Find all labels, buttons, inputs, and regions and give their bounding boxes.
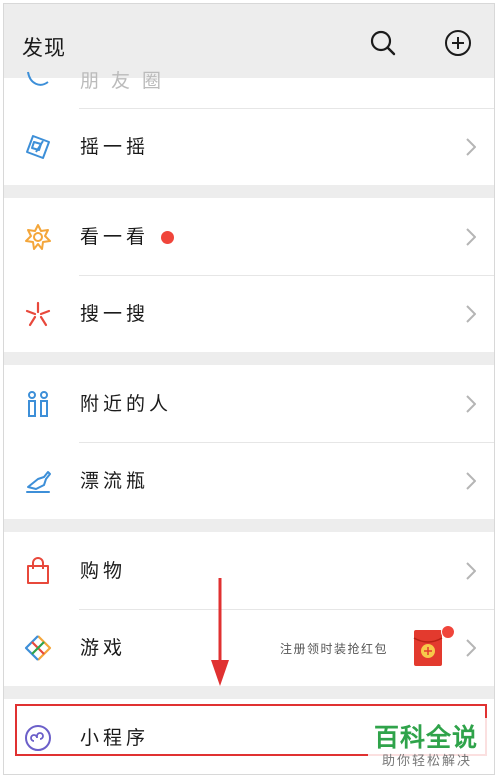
drift-bottle-icon (26, 471, 51, 493)
unread-dot-badge (441, 625, 455, 639)
menu-item-shopping[interactable]: 购物 (4, 532, 494, 609)
menu-group-1: 朋友圈 摇一摇 (4, 70, 494, 185)
menu-group-4: 购物 游戏 注册领时装抢红包 (4, 532, 494, 686)
games-promo-text: 注册领时装抢红包 (280, 642, 389, 656)
discover-screen: 发现 朋友圈 摇一摇 看一看 搜一搜 附近的人 漂流瓶 购物 游戏 注册领时装抢… (3, 3, 495, 775)
watermark-title: 百科全说 (374, 723, 479, 752)
mini-programs-icon (25, 725, 51, 751)
menu-item-label: 附近的人 (80, 393, 173, 415)
menu-item-top-stories[interactable]: 看一看 (4, 198, 494, 275)
unread-dot-badge (161, 231, 174, 244)
menu-group-3: 附近的人 漂流瓶 (4, 365, 494, 519)
search-sparkle-icon (25, 301, 51, 327)
chevron-right-icon (466, 472, 476, 490)
menu-item-label: 购物 (80, 560, 127, 582)
people-nearby-icon (28, 391, 48, 417)
search-icon[interactable] (368, 28, 398, 58)
annotation-arrow-down (211, 578, 229, 686)
menu-item-moments[interactable]: 朋友圈 (4, 70, 494, 108)
chevron-right-icon (466, 639, 476, 657)
menu-item-label: 小程序 (80, 727, 150, 749)
menu-item-label: 摇一摇 (80, 136, 150, 158)
menu-item-label: 看一看 (80, 226, 150, 248)
menu-item-games[interactable]: 游戏 注册领时装抢红包 (4, 609, 494, 686)
shopping-bag-icon (27, 557, 49, 584)
menu-item-shake[interactable]: 摇一摇 (4, 108, 494, 185)
page-title: 发现 (22, 36, 66, 60)
top-stories-icon (25, 224, 51, 250)
plus-circle-icon[interactable] (443, 28, 473, 58)
chevron-right-icon (466, 305, 476, 323)
chevron-right-icon (466, 138, 476, 156)
menu-item-label: 搜一搜 (80, 303, 150, 325)
shake-icon (26, 135, 50, 159)
chevron-right-icon (466, 395, 476, 413)
chevron-right-icon (466, 562, 476, 580)
top-bar: 发现 (4, 4, 494, 78)
menu-item-label: 朋友圈 (80, 70, 174, 92)
watermark: 百科全说 助你轻松解决 (368, 718, 490, 772)
menu-item-label: 游戏 (80, 637, 127, 659)
menu-item-label: 漂流瓶 (80, 470, 150, 492)
menu-group-2: 看一看 搜一搜 (4, 198, 494, 352)
games-icon (24, 635, 52, 661)
menu-item-people-nearby[interactable]: 附近的人 (4, 365, 494, 442)
moments-icon (27, 71, 49, 86)
chevron-right-icon (466, 228, 476, 246)
watermark-subtitle: 助你轻松解决 (382, 754, 473, 769)
menu-item-drift-bottle[interactable]: 漂流瓶 (4, 442, 494, 519)
red-packet-icon (413, 630, 443, 666)
menu-item-search[interactable]: 搜一搜 (4, 275, 494, 352)
